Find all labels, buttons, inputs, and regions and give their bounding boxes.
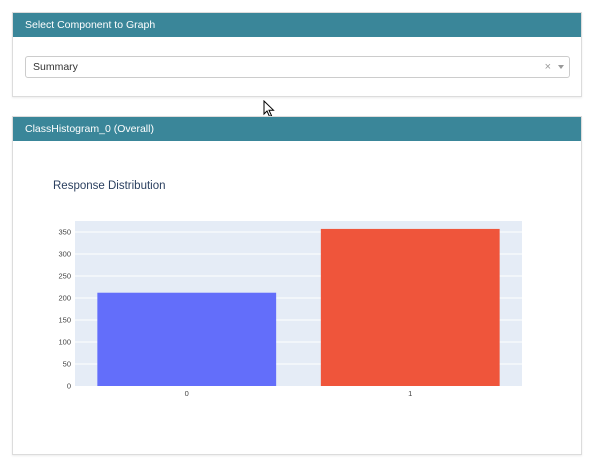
bar-1[interactable] [320,228,500,386]
y-tick-label: 150 [58,316,71,325]
component-select-dropdown[interactable]: Summary × [25,56,570,78]
select-component-panel: Select Component to Graph Summary × [12,12,582,97]
y-tick-label: 250 [58,272,71,281]
x-tick-label: 1 [408,389,412,398]
histogram-panel: ClassHistogram_0 (Overall) Response Dist… [12,116,582,455]
component-select-value: Summary [33,61,78,73]
chevron-down-icon[interactable] [558,65,564,69]
y-tick-label: 50 [63,360,71,369]
y-tick-label: 0 [67,382,71,391]
y-tick-label: 200 [58,294,71,303]
bar-chart[interactable]: 0 50 100 150 200 250 300 350 0 1 [13,117,581,454]
y-tick-label: 350 [58,228,71,237]
select-panel-header: Select Component to Graph [13,13,581,37]
x-tick-label: 0 [185,389,189,398]
y-tick-label: 100 [58,338,71,347]
clear-selection-icon[interactable]: × [545,57,551,77]
bar-0[interactable] [97,292,277,386]
y-tick-label: 300 [58,250,71,259]
